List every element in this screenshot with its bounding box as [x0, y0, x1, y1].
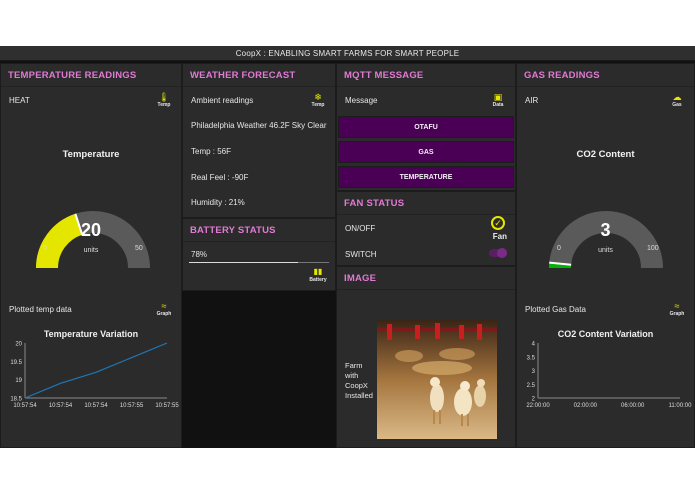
co2-chart-title: CO2 Content Variation — [557, 329, 654, 339]
x-tick-label: 10:57:54 — [13, 403, 37, 409]
dashboard-app: CoopX : ENABLING SMART FARMS FOR SMART P… — [0, 46, 695, 448]
fan-status-card: FAN STATUS ON/OFF ✓ Fan SWITCH — [336, 191, 516, 266]
co2-gauge-title: CO2 Content — [576, 149, 635, 160]
battery-status-card: BATTERY STATUS 78% ▮▮ Battery — [182, 218, 336, 291]
message-label: Message — [345, 96, 378, 105]
battery-level-text: 78% — [191, 250, 208, 259]
farm-chickens-image — [377, 320, 497, 439]
weather-forecast-card: WEATHER FORECAST Ambient readings ❄ Temp… — [182, 63, 336, 218]
y-tick-label: 2 — [532, 397, 536, 403]
air-label: AIR — [525, 96, 539, 105]
co2-gauge-max: 100 — [647, 245, 659, 252]
weather-line-4: Humidity : 21% — [191, 198, 245, 207]
x-tick-label: 10:57:54 — [49, 403, 73, 409]
mqtt-message-card: MQTT MESSAGE Message ▣ Data OTAFU GAS TE… — [336, 63, 516, 191]
y-tick-label: 2.5 — [527, 383, 536, 389]
card-title: BATTERY STATUS — [190, 225, 276, 236]
y-tick-label: 20 — [15, 342, 22, 348]
card-title: IMAGE — [344, 273, 377, 284]
snowflake-icon: ❄ Temp — [311, 92, 325, 108]
x-tick-label: 10:57:55 — [120, 403, 144, 409]
plotted-gas-label: Plotted Gas Data — [525, 305, 586, 314]
co2-gauge-units: units — [598, 247, 613, 254]
message-row: Message ▣ Data — [345, 92, 507, 108]
series-line — [24, 342, 168, 399]
check-circle-icon: ✓ — [491, 216, 505, 230]
co2-gauge-value: 3 — [600, 220, 611, 240]
plotted-temp-row: Plotted temp data ≈ Graph — [9, 301, 173, 317]
x-tick-label: 10:57:55 — [155, 403, 179, 409]
app-title-bar: CoopX : ENABLING SMART FARMS FOR SMART P… — [0, 46, 695, 61]
fan-onoff-label: ON/OFF — [345, 224, 376, 233]
co2-variation-chart: 4 3.5 3 2.5 222:00:00 02:00:00 06:00:00 11:00:0… — [526, 342, 693, 410]
ambient-label: Ambient readings — [191, 96, 254, 105]
battery-icon: ▮▮ Battery — [309, 267, 327, 283]
co2-gauge — [549, 211, 663, 269]
image-card: IMAGE Farm with CoopX Installed — [336, 266, 516, 448]
y-tick-label: 3 — [532, 369, 536, 375]
square-icon: ▣ Data — [492, 92, 504, 108]
weather-line-1: Philadelphia Weather 46.2F Sky Clear — [191, 121, 327, 130]
temperature-variation-chart: 2019.51918.510:57:54 10:57:54 10:57:54 10:5… — [10, 342, 179, 410]
empty-area — [182, 291, 336, 448]
temperature-gauge — [36, 211, 150, 269]
y-tick-label: 18.5 — [10, 397, 22, 403]
weather-line-2: Temp : 56F — [191, 147, 232, 156]
line-chart-icon: ≈ Graph — [156, 301, 172, 317]
gas-readings-card: GAS READINGS AIR ☁ Gas CO2 Content 3 uni… — [516, 63, 695, 448]
image-caption: Farm with CoopX Installed — [345, 361, 373, 400]
card-title: FAN STATUS — [344, 198, 405, 209]
fan-switch-toggle[interactable] — [489, 248, 507, 258]
temperature-gauge-title: Temperature — [62, 149, 120, 160]
x-tick-label: 10:57:54 — [84, 403, 108, 409]
y-tick-label: 3.5 — [527, 355, 536, 361]
temperature-gauge-units: units — [83, 247, 99, 254]
x-tick-label: 11:00:00 — [669, 403, 693, 409]
x-tick-label: 22:00:00 — [526, 403, 550, 409]
plotted-temp-label: Plotted temp data — [9, 305, 72, 314]
card-title: WEATHER FORECAST — [190, 70, 296, 81]
battery-level-bar — [189, 262, 329, 263]
ambient-row: Ambient readings ❄ Temp — [191, 92, 327, 108]
temperature-readings-card: TEMPERATURE READINGS HEAT 🌡 Temp Tempera… — [0, 63, 182, 448]
temperature-chart-title: Temperature Variation — [43, 329, 139, 339]
air-row: AIR ☁ Gas — [525, 92, 686, 108]
cloud-icon: ☁ Gas — [672, 92, 682, 108]
app-title: CoopX : ENABLING SMART FARMS FOR SMART P… — [235, 49, 460, 58]
thermometer-icon: 🌡 Temp — [157, 92, 171, 108]
gas-button[interactable]: GAS — [338, 141, 514, 163]
fan-onoff-row: ON/OFF ✓ Fan — [345, 216, 507, 241]
heat-label: HEAT — [9, 96, 30, 105]
temperature-gauge-value: 20 — [80, 220, 102, 240]
fan-switch-label: SWITCH — [345, 250, 377, 259]
weather-line-3: Real Feel : -90F — [191, 173, 249, 182]
fan-switch-row: SWITCH — [345, 248, 507, 259]
fan-icon-label: Fan — [492, 232, 507, 241]
co2-gauge-min: 0 — [557, 245, 561, 252]
card-title: GAS READINGS — [524, 70, 600, 81]
y-tick-label: 19 — [15, 378, 22, 384]
heat-row: HEAT 🌡 Temp — [9, 92, 173, 108]
card-title: TEMPERATURE READINGS — [8, 70, 137, 81]
otafu-button[interactable]: OTAFU — [338, 116, 514, 138]
temperature-gauge-min: 0 — [43, 245, 47, 252]
temperature-gauge-max: 50 — [135, 245, 143, 252]
plotted-gas-row: Plotted Gas Data ≈ Graph — [525, 301, 686, 317]
temperature-button[interactable]: TEMPERATURE — [338, 166, 514, 188]
x-tick-label: 06:00:00 — [621, 403, 645, 409]
card-title: MQTT MESSAGE — [344, 70, 424, 81]
x-tick-label: 02:00:00 — [574, 403, 598, 409]
y-tick-label: 4 — [532, 342, 536, 348]
y-tick-label: 19.5 — [10, 360, 22, 366]
line-chart-icon: ≈ Graph — [669, 301, 685, 317]
